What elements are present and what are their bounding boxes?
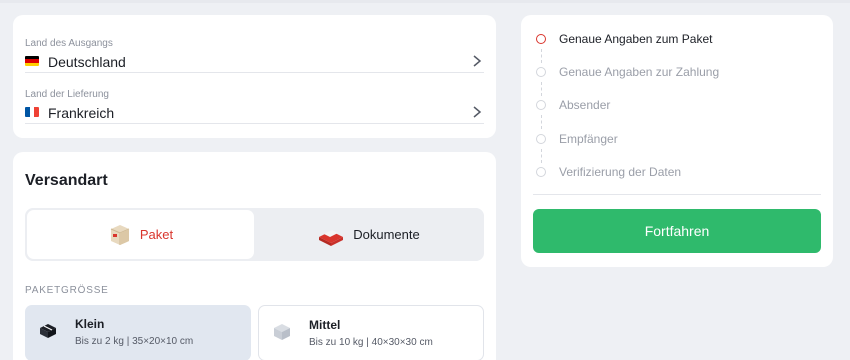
package-size-small-desc: Bis zu 2 kg | 35×20×10 cm [75, 336, 194, 347]
step-label: Empfänger [559, 132, 618, 146]
step-indicator-icon [536, 167, 546, 177]
package-size-small[interactable]: Klein Bis zu 2 kg | 35×20×10 cm [25, 305, 251, 360]
shipping-type-toggle: Paket Dokumente [25, 208, 484, 261]
package-size-medium-name: Mittel [309, 318, 341, 332]
package-size-medium[interactable]: Mittel Bis zu 10 kg | 40×30×30 cm [258, 305, 484, 360]
origin-country-label: Land des Ausgangs [25, 38, 113, 49]
step-indicator-icon [536, 134, 546, 144]
step-label: Absender [559, 98, 611, 112]
documents-icon [319, 229, 344, 246]
step-indicator-icon [536, 67, 546, 77]
step-indicator-icon [536, 34, 546, 44]
step-connector [541, 115, 542, 129]
step-connector [541, 82, 542, 96]
route-card: Land des Ausgangs Deutschland Land der L… [13, 15, 496, 138]
top-strip [0, 0, 850, 3]
shipping-type-card: Versandart Paket Dokumente PAKETGRÖSSE K… [13, 152, 496, 360]
step-indicator-icon [536, 100, 546, 110]
step-package-details: Genaue Angaben zum Paket [521, 29, 833, 49]
package-size-small-name: Klein [75, 317, 105, 331]
step-verification: Verifizierung der Daten [521, 162, 833, 182]
shipping-type-parcel[interactable]: Paket [27, 210, 254, 259]
flag-fr-icon [25, 107, 39, 117]
step-label: Genaue Angaben zur Zahlung [559, 65, 720, 79]
medium-box-icon [274, 324, 290, 340]
flag-de-icon [25, 56, 39, 66]
chevron-right-icon [473, 106, 482, 118]
shipping-type-title: Versandart [25, 172, 108, 189]
origin-country-value: Deutschland [48, 54, 126, 70]
steps-card: Genaue Angaben zum Paket Genaue Angaben … [521, 15, 833, 267]
shipping-type-documents-label: Dokumente [353, 227, 420, 242]
destination-country-value: Frankreich [48, 105, 115, 121]
package-size-caption: PAKETGRÖSSE [25, 285, 109, 296]
step-connector [541, 149, 542, 163]
package-size-medium-desc: Bis zu 10 kg | 40×30×30 cm [309, 337, 433, 348]
step-recipient: Empfänger [521, 129, 833, 149]
destination-country-selector[interactable]: Land der Lieferung Frankreich [25, 73, 484, 124]
step-label: Genaue Angaben zum Paket [559, 32, 713, 46]
destination-country-label: Land der Lieferung [25, 89, 109, 100]
parcel-box-icon [110, 224, 130, 245]
step-connector [541, 49, 542, 63]
shipping-type-documents[interactable]: Dokumente [255, 210, 482, 259]
shipping-type-parcel-label: Paket [139, 227, 174, 242]
chevron-right-icon [473, 55, 482, 67]
step-sender: Absender [521, 95, 833, 115]
step-label: Verifizierung der Daten [559, 165, 682, 179]
divider [533, 194, 821, 195]
continue-button[interactable]: Fortfahren [533, 209, 821, 253]
origin-country-selector[interactable]: Land des Ausgangs Deutschland [25, 22, 484, 73]
step-payment-details: Genaue Angaben zur Zahlung [521, 62, 833, 82]
small-box-icon [40, 324, 56, 338]
